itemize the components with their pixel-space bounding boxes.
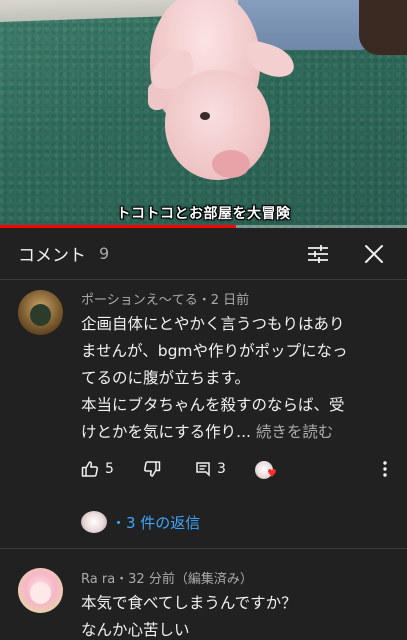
- like-count: 5: [105, 461, 114, 477]
- view-replies-button[interactable]: ・3 件の返信: [81, 511, 200, 533]
- comments-title: コメント: [18, 246, 86, 266]
- thumbs-down-icon: [144, 461, 161, 477]
- piglet-eye: [200, 112, 210, 120]
- comment-line: 企画自体にとやかく言うつもりはあり: [81, 315, 345, 333]
- sort-filter-button[interactable]: [303, 239, 333, 269]
- comment-line: てるのに腹が立ちます。: [81, 369, 250, 387]
- avatar[interactable]: [18, 290, 63, 335]
- more-options-button[interactable]: [378, 458, 392, 480]
- comment-author-meta[interactable]: ポーションえ〜てる・2 日前: [81, 289, 249, 308]
- dislike-button[interactable]: [143, 460, 195, 478]
- comment-line: 本気で食べてしまうんですか？: [81, 594, 297, 612]
- comment-line: ませんが、bgmや作りがポップになっ: [81, 342, 348, 360]
- dark-corner: [359, 0, 407, 55]
- comment-line: 本当にブタちゃんを殺すのならば、受: [81, 396, 345, 414]
- close-icon: [365, 244, 383, 263]
- avatar-figure: [30, 304, 51, 326]
- comments-count: 9: [99, 244, 110, 263]
- comments-header: コメント 9: [0, 228, 407, 280]
- video-player[interactable]: トコトコとお部屋を大冒険: [0, 0, 407, 228]
- comment-line-last: けとかを気にする作り... 続きを読む: [81, 419, 386, 446]
- reply-button[interactable]: 3: [195, 461, 255, 477]
- reply-avatar: [81, 511, 107, 533]
- sliders-icon: [308, 244, 328, 263]
- reply-count: 3: [217, 461, 226, 477]
- close-button[interactable]: [359, 239, 389, 269]
- avatar-figure: [30, 582, 51, 604]
- creator-heart-badge: ♥: [255, 459, 279, 479]
- comment-actions: 5 3 ♥: [81, 458, 279, 480]
- like-button[interactable]: 5: [81, 460, 143, 478]
- read-more-link[interactable]: 続きを読む: [256, 423, 334, 441]
- video-caption: トコトコとお部屋を大冒険: [116, 206, 291, 222]
- comment-line: けとかを気にする作り...: [81, 423, 251, 441]
- comment-author-meta[interactable]: Ra ra・32 分前（編集済み）: [81, 568, 253, 587]
- more-vertical-icon: [383, 461, 387, 477]
- avatar[interactable]: [18, 568, 63, 613]
- comment-text[interactable]: 企画自体にとやかく言うつもりはあり ませんが、bgmや作りがポップになっ てるの…: [81, 311, 386, 446]
- comment-item: ポーションえ〜てる・2 日前 企画自体にとやかく言うつもりはあり ませんが、bg…: [0, 281, 407, 549]
- comment-line: なんか心苦しい: [81, 621, 190, 639]
- comment-item: Ra ra・32 分前（編集済み） 本気で食べてしまうんですか？ なんか心苦しい: [0, 560, 407, 640]
- thumbs-up-icon: [81, 461, 98, 477]
- view-replies-link: ・3 件の返信: [111, 513, 201, 532]
- comment-icon: [196, 462, 210, 477]
- heart-icon: ♥: [267, 467, 277, 480]
- piglet-snout: [212, 150, 250, 178]
- comment-text[interactable]: 本気で食べてしまうんですか？ なんか心苦しい: [81, 590, 386, 640]
